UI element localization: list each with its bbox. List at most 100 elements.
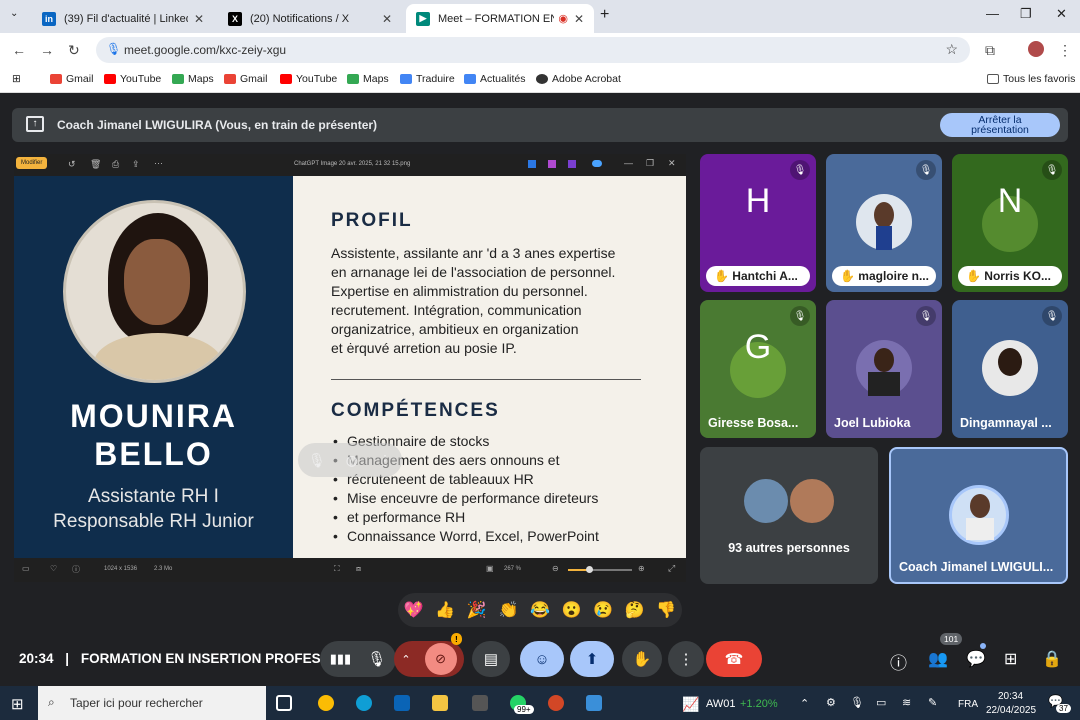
participant-tile[interactable]: 🎙 H ✋ Hantchi A... [700,154,816,292]
tab-meet[interactable]: ▶ Meet – FORMATION EN INS ◉ ✕ [406,4,594,33]
delete-icon[interactable]: 🗑 [90,159,101,170]
self-tile[interactable]: Coach Jimanel LWIGULI... [889,447,1068,584]
mic-off-icon[interactable]: 🎙 [308,452,326,469]
camera-off-icon[interactable]: ⊘ [424,643,457,675]
favorite-icon[interactable]: ♡ [50,564,57,573]
bookmark-youtube-2[interactable]: YouTube [280,73,337,85]
close-icon[interactable]: ✕ [574,12,584,26]
captions-button[interactable]: ▤ [472,641,510,677]
people-icon[interactable]: 👥 [928,649,948,669]
pen-icon[interactable]: ✎ [928,696,937,709]
taskbar-search-input[interactable]: ⌕ Taper ici pour rechercher [38,686,266,720]
others-tile[interactable]: 93 autres personnes [700,447,878,584]
viewer-minimize-icon[interactable]: — [624,158,633,168]
reaction-clap[interactable]: 👏 [498,600,518,620]
fit-icon[interactable]: ⛶ [334,564,340,574]
tray-mic-icon[interactable]: 🎙 [850,696,864,709]
battery-icon[interactable]: ▭ [876,696,886,709]
reaction-heart[interactable]: 💖 [404,600,424,620]
rotate-icon[interactable]: ↺ [68,159,76,170]
reaction-thumbs-down[interactable]: 👎 [656,600,676,620]
extensions-icon[interactable]: ⧉ [985,42,995,59]
task-view-icon[interactable] [276,695,292,711]
viewer-close-icon[interactable]: ✕ [668,158,676,169]
app-icon[interactable] [528,160,536,168]
profile-avatar[interactable] [1028,41,1044,57]
cloud-icon[interactable] [592,160,602,167]
activities-icon[interactable]: ⊞ [1004,649,1017,669]
participant-tile[interactable]: 🎙 ✋ magloire n... [826,154,942,292]
chevron-up-icon[interactable]: ⌃ [800,697,809,710]
reaction-sad[interactable]: 😢 [593,600,613,620]
store-icon[interactable] [472,695,488,711]
edit-button[interactable]: Modifier [16,157,48,169]
app-icon-3[interactable] [568,160,576,168]
powerpoint-icon[interactable] [548,695,564,711]
close-window-icon[interactable]: ✕ [1056,6,1067,22]
tab-search-icon[interactable]: ⌄ [10,8,18,19]
all-bookmarks[interactable]: Tous les favoris [987,73,1075,85]
zoom-in-icon[interactable]: ⊕ [638,564,645,573]
stop-presenting-button[interactable]: Arrêter la présentation [940,113,1060,137]
edge-icon[interactable] [356,695,372,711]
zoom-slider[interactable] [568,566,632,573]
reaction-thinking[interactable]: 🤔 [625,600,645,620]
emoji-button[interactable]: ☺ [520,641,564,677]
info-icon[interactable]: ⓘ [72,564,80,575]
reload-icon[interactable]: ↻ [68,42,80,59]
participant-tile[interactable]: 🎙 Joel Lubioka [826,300,942,438]
fullscreen-icon[interactable]: ⤢ [668,563,675,574]
more-icon[interactable]: ··· [154,158,163,168]
more-vert-icon[interactable]: ⋮ [378,452,392,469]
minimize-icon[interactable]: — [986,6,999,21]
reaction-laugh[interactable]: 😂 [530,600,550,620]
bookmark-maps-2[interactable]: Maps [347,73,389,85]
outlook-icon[interactable] [394,695,410,711]
tab-x[interactable]: X (20) Notifications / X ✕ [218,4,402,33]
language-indicator[interactable]: FRA [958,699,978,710]
close-icon[interactable]: ✕ [382,12,392,26]
info-icon[interactable]: ⓘ [890,649,907,674]
back-icon[interactable]: ← [12,42,26,58]
participant-tile[interactable]: 🎙 Dingamnayal ... [952,300,1068,438]
crop-icon[interactable]: ⧈ [356,564,361,574]
wifi-icon[interactable]: ≋ [902,696,911,709]
menu-icon[interactable]: ⋮ [1058,42,1072,59]
bookmark-news[interactable]: Actualités [464,73,526,85]
reaction-surprised[interactable]: 😮 [562,600,582,620]
mic-icon[interactable]: 🎙 [367,650,386,668]
clock-time[interactable]: 20:34 [998,691,1023,702]
bookmark-acrobat[interactable]: Adobe Acrobat [536,73,621,85]
more-options-button[interactable]: ⋮ [668,641,704,677]
bookmark-gmail-2[interactable]: Gmail [224,73,267,85]
close-icon[interactable]: ✕ [194,12,204,26]
participant-tile[interactable]: 🎙 G Giresse Bosa... [700,300,816,438]
reaction-thumbs-up[interactable]: 👍 [435,600,455,620]
forward-icon[interactable]: → [40,42,54,58]
reaction-party[interactable]: 🎉 [467,600,487,620]
cam-off-icon[interactable]: ◍ [346,452,358,469]
new-tab-icon[interactable]: + [600,6,609,24]
bookmark-translate[interactable]: Traduire [400,73,455,85]
audio-level-icon[interactable]: ▮▮▮ [330,651,351,667]
clock-date[interactable]: 22/04/2025 [986,705,1036,716]
tray-app-icon[interactable]: ⚙ [826,696,836,709]
url-input[interactable]: 🎙 meet.google.com/kxc-zeiy-xgu ☆ [96,37,970,63]
leave-call-button[interactable]: ☎ [706,641,762,677]
windows-start-icon[interactable]: ⊞ [11,695,24,713]
apps-icon[interactable]: ⊞ [12,73,21,85]
filmstrip-icon[interactable]: ▭ [22,564,30,573]
stock-symbol[interactable]: AW01 [706,698,736,710]
star-icon[interactable]: ☆ [945,41,958,58]
chrome-icon[interactable] [318,695,334,711]
maximize-icon[interactable]: ❐ [1020,6,1032,22]
actual-size-icon[interactable]: ▣ [486,564,494,573]
bookmark-maps[interactable]: Maps [172,73,214,85]
share-icon[interactable]: ⇪ [132,159,140,170]
bookmark-gmail[interactable]: Gmail [50,73,93,85]
zoom-level[interactable]: 267 % [504,566,521,572]
tab-linkedin[interactable]: in (39) Fil d'actualité | LinkedIn ✕ [32,4,214,33]
paint-icon[interactable] [586,695,602,711]
print-icon[interactable]: ⎙ [112,159,119,170]
participant-tile[interactable]: 🎙 N ✋ Norris KO... [952,154,1068,292]
